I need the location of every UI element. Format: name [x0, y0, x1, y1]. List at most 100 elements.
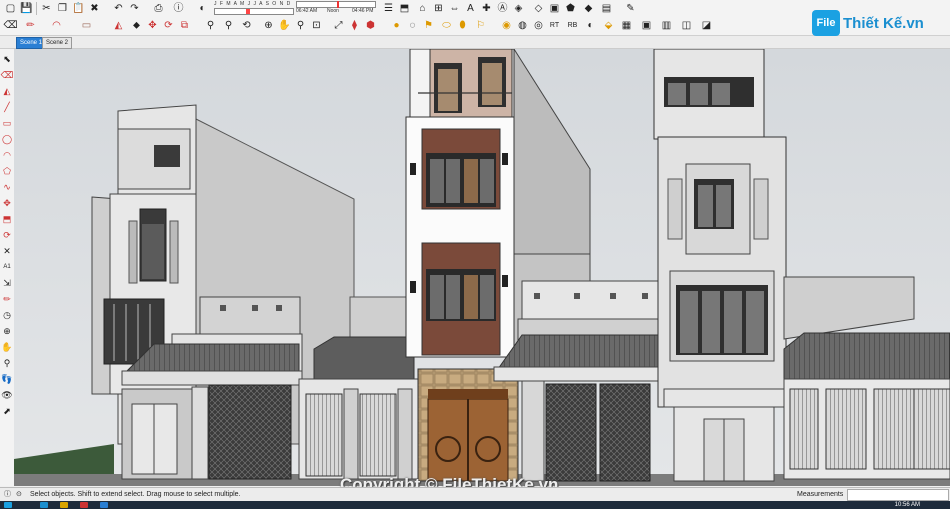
render-output-icon[interactable]: ▣ — [640, 19, 653, 32]
save-icon[interactable]: 💾 — [20, 2, 33, 15]
styles-icon[interactable]: ⬭ — [440, 19, 453, 32]
dimension-icon[interactable]: ⇲ — [1, 277, 13, 289]
paste-icon[interactable]: 📋 — [72, 2, 85, 15]
start-icon[interactable] — [4, 502, 12, 508]
protractor-icon[interactable]: ◷ — [1, 309, 13, 321]
render-settings-icon[interactable]: ◎ — [532, 19, 545, 32]
protractor-icon[interactable]: ◇ — [532, 2, 545, 15]
model-viewport[interactable] — [14, 49, 950, 486]
move-icon[interactable]: ✥ — [1, 197, 13, 209]
offset-icon[interactable]: ⟲ — [240, 19, 253, 32]
folder-icon[interactable] — [60, 502, 68, 508]
render-rb-icon[interactable]: RB — [566, 19, 579, 32]
render-tag-icon[interactable]: ⬙ — [602, 19, 615, 32]
rectangle-icon[interactable]: ▭ — [1, 117, 13, 129]
paint-bucket-icon[interactable]: ◭ — [112, 19, 125, 32]
arc-icon[interactable]: ◠ — [50, 19, 63, 32]
dimension-icon[interactable]: ⇔ — [448, 2, 461, 15]
axes-icon[interactable]: ✚ — [480, 2, 493, 15]
copy-icon[interactable]: ❐ — [56, 2, 69, 15]
browser-icon[interactable] — [40, 502, 48, 508]
freehand-icon[interactable]: ∿ — [1, 181, 13, 193]
walk-icon[interactable]: 👣 — [1, 373, 13, 385]
render-rt-icon[interactable]: RT — [548, 19, 561, 32]
measurements-label: Measurements — [797, 491, 844, 498]
rotate-icon[interactable]: ⟳ — [162, 19, 175, 32]
zoom-window-icon[interactable]: ⊡ — [310, 19, 323, 32]
print-icon[interactable]: ⎙ — [152, 2, 165, 15]
3d-text-icon[interactable]: Ⓐ — [496, 2, 509, 15]
polygon-icon[interactable]: ⬠ — [1, 165, 13, 177]
3d-warehouse-icon[interactable]: ⬢ — [364, 19, 377, 32]
text-icon[interactable]: A — [464, 2, 477, 15]
look-around-icon[interactable]: 👁 — [1, 389, 13, 401]
section-cut-icon[interactable]: ⌂ — [416, 2, 429, 15]
eraser-icon[interactable]: ⌫ — [1, 69, 14, 81]
follow-me-icon[interactable]: ⚲ — [222, 19, 235, 32]
render-batch-icon[interactable]: ▥ — [660, 19, 673, 32]
position-camera-icon[interactable]: ⬈ — [1, 405, 13, 417]
time-end-label: 04:46 PM — [352, 8, 374, 14]
scenes-icon[interactable]: ▤ — [600, 2, 613, 15]
sketchup-icon[interactable] — [100, 502, 108, 508]
model-info-icon[interactable]: ⓘ — [172, 2, 185, 15]
render-icon[interactable]: ◍ — [516, 19, 529, 32]
eraser-icon[interactable]: ⌫ — [3, 19, 17, 32]
render-help-icon[interactable]: ◪ — [700, 19, 713, 32]
shadow-icon[interactable]: ◐ — [196, 2, 209, 15]
render-frame-icon[interactable]: ▦ — [620, 19, 633, 32]
time-noon-label: Noon — [327, 8, 339, 14]
move-icon[interactable]: ✥ — [146, 19, 159, 32]
plugin-icon[interactable]: ✎ — [624, 2, 637, 15]
components-icon[interactable]: ◌ — [406, 19, 419, 32]
materials-icon[interactable]: ⚑ — [422, 19, 435, 32]
tab-scene-2[interactable]: Scene 2 — [42, 37, 73, 49]
arc-icon[interactable]: ◠ — [1, 149, 13, 161]
undo-icon[interactable]: ↶ — [112, 2, 125, 15]
render-light-icon[interactable]: ◐ — [584, 19, 597, 32]
select-icon[interactable]: ⬥ — [130, 19, 143, 32]
scale-icon[interactable]: ⧉ — [178, 19, 191, 32]
previous-view-icon[interactable]: ⧫ — [348, 19, 361, 32]
select-icon[interactable]: ⬉ — [1, 53, 13, 65]
push-pull-icon[interactable]: ⚲ — [204, 19, 217, 32]
date-slider[interactable] — [214, 8, 294, 15]
circle-icon[interactable]: ◯ — [1, 133, 13, 145]
pan-icon[interactable]: ✋ — [1, 341, 13, 353]
erase-icon[interactable]: ✖ — [88, 2, 101, 15]
pencil-icon[interactable]: ✏ — [24, 19, 37, 32]
position-camera-icon[interactable]: ▣ — [548, 2, 561, 15]
pan-icon[interactable]: ✋ — [278, 19, 291, 32]
look-around-icon[interactable]: ◆ — [582, 2, 595, 15]
new-file-icon[interactable]: ▢ — [4, 2, 17, 15]
brand-logo: File Thiết Kế.vn — [812, 10, 924, 36]
section-plane-icon[interactable]: ⬒ — [398, 2, 411, 15]
follow-me-icon[interactable]: ✕ — [1, 245, 13, 257]
walk-icon[interactable]: ⬟ — [564, 2, 577, 15]
layers-icon[interactable]: ⬮ — [456, 19, 469, 32]
redo-icon[interactable]: ↷ — [128, 2, 141, 15]
time-slider[interactable] — [296, 1, 376, 8]
line-icon[interactable]: ╱ — [1, 101, 13, 113]
paint-icon[interactable]: ◭ — [1, 85, 13, 97]
tape-icon[interactable]: ◈ — [512, 2, 525, 15]
zoom-icon[interactable]: ⚲ — [294, 19, 307, 32]
render-region-icon[interactable]: ◫ — [680, 19, 693, 32]
texture-icon[interactable]: ◉ — [500, 19, 513, 32]
orbit-icon[interactable]: ⊕ — [262, 19, 275, 32]
text-icon[interactable]: A1 — [1, 261, 13, 273]
rotate-icon[interactable]: ⟳ — [1, 229, 13, 241]
extension-icon[interactable]: ● — [390, 19, 403, 32]
zoom-icon[interactable]: ⚲ — [1, 357, 13, 369]
measurements-input[interactable] — [847, 489, 949, 501]
app-icon[interactable] — [80, 502, 88, 508]
cut-icon[interactable]: ✂ — [40, 2, 53, 15]
section-display-icon[interactable]: ⊞ — [432, 2, 445, 15]
sandbox-icon[interactable]: ⚐ — [474, 19, 487, 32]
push-pull-icon[interactable]: ⬒ — [1, 213, 13, 225]
fog-icon[interactable]: ☰ — [382, 2, 395, 15]
tape-measure-icon[interactable]: ✏ — [1, 293, 13, 305]
orbit-icon[interactable]: ⊕ — [1, 325, 13, 337]
rectangle-icon[interactable]: ▭ — [80, 19, 93, 32]
zoom-extents-icon[interactable]: ⤢ — [332, 19, 345, 32]
